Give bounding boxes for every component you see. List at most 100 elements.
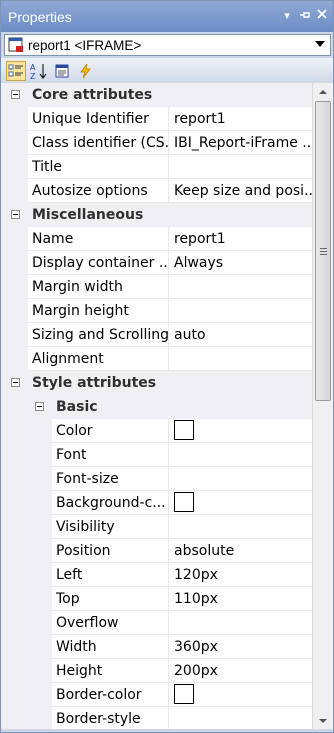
sort-az-icon: A Z bbox=[30, 63, 47, 80]
property-row[interactable]: Left 120px bbox=[1, 563, 312, 587]
category-style-attributes[interactable]: Style attributes bbox=[1, 371, 312, 395]
property-value[interactable] bbox=[168, 443, 312, 467]
property-value[interactable]: absolute bbox=[168, 539, 312, 563]
property-row[interactable]: Font bbox=[1, 443, 312, 467]
chevron-down-icon[interactable] bbox=[315, 41, 325, 47]
property-value[interactable]: 120px bbox=[168, 563, 312, 587]
subcategory-label: Basic bbox=[56, 399, 98, 415]
property-value[interactable] bbox=[168, 491, 312, 515]
property-row[interactable]: Visibility bbox=[1, 515, 312, 539]
vertical-scrollbar[interactable] bbox=[312, 83, 333, 729]
pin-icon[interactable] bbox=[298, 9, 312, 23]
category-label: Miscellaneous bbox=[32, 207, 144, 223]
object-selector[interactable]: report1 <IFRAME> bbox=[4, 34, 331, 56]
property-row[interactable]: Title bbox=[1, 155, 312, 179]
property-row[interactable]: Autosize options Keep size and posi... bbox=[1, 179, 312, 203]
property-value[interactable]: Always bbox=[168, 251, 312, 275]
property-row[interactable]: Height 200px bbox=[1, 659, 312, 683]
subcategory-basic[interactable]: Basic bbox=[1, 395, 312, 419]
property-value[interactable] bbox=[168, 275, 312, 299]
color-swatch[interactable] bbox=[174, 492, 194, 512]
property-name: Sizing and Scrolling bbox=[28, 323, 168, 347]
property-value[interactable]: Keep size and posi... bbox=[168, 179, 312, 203]
property-row[interactable]: Alignment bbox=[1, 347, 312, 371]
property-row[interactable]: Overflow bbox=[1, 611, 312, 635]
scroll-down-button[interactable] bbox=[313, 712, 333, 729]
property-row[interactable]: Border-color bbox=[1, 683, 312, 707]
title-bar: Properties ▾ bbox=[1, 1, 333, 32]
category-miscellaneous[interactable]: Miscellaneous bbox=[1, 203, 312, 227]
property-value[interactable] bbox=[168, 515, 312, 539]
svg-text:Z: Z bbox=[30, 72, 36, 80]
property-value[interactable]: 360px bbox=[168, 635, 312, 659]
property-row[interactable]: Border-style bbox=[1, 707, 312, 729]
property-name: Visibility bbox=[52, 515, 168, 539]
property-name: Title bbox=[28, 155, 168, 179]
property-name: Class identifier (CS... bbox=[28, 131, 168, 155]
category-label: Core attributes bbox=[32, 87, 153, 103]
property-name: Font bbox=[52, 443, 168, 467]
category-label: Style attributes bbox=[32, 375, 157, 391]
property-value[interactable] bbox=[168, 467, 312, 491]
property-pages-button[interactable] bbox=[52, 61, 72, 81]
property-name: Font-size bbox=[52, 467, 168, 491]
arrow-up-icon bbox=[319, 89, 327, 94]
property-row[interactable]: Position absolute bbox=[1, 539, 312, 563]
collapse-icon[interactable] bbox=[11, 378, 20, 387]
property-row[interactable]: Width 360px bbox=[1, 635, 312, 659]
property-grid: Core attributes Unique Identifier report… bbox=[1, 83, 312, 729]
property-row[interactable]: Font-size bbox=[1, 467, 312, 491]
property-value[interactable]: report1 bbox=[168, 107, 312, 131]
property-row[interactable]: Color bbox=[1, 419, 312, 443]
property-value[interactable]: IBI_Report-iFrame ... bbox=[168, 131, 312, 155]
color-swatch[interactable] bbox=[174, 684, 194, 704]
property-value[interactable]: auto bbox=[168, 323, 312, 347]
property-value[interactable] bbox=[168, 707, 312, 729]
category-core-attributes[interactable]: Core attributes bbox=[1, 83, 312, 107]
property-value[interactable]: report1 bbox=[168, 227, 312, 251]
property-value[interactable] bbox=[168, 683, 312, 707]
property-name: Color bbox=[52, 419, 168, 443]
property-value[interactable] bbox=[168, 347, 312, 371]
window-title: Properties bbox=[8, 8, 72, 25]
property-row[interactable]: Name report1 bbox=[1, 227, 312, 251]
property-row[interactable]: Background-c... bbox=[1, 491, 312, 515]
property-name: Alignment bbox=[28, 347, 168, 371]
scroll-up-button[interactable] bbox=[313, 83, 333, 100]
property-row[interactable]: Margin width bbox=[1, 275, 312, 299]
property-name: Margin height bbox=[28, 299, 168, 323]
property-row[interactable]: Margin height bbox=[1, 299, 312, 323]
property-row[interactable]: Top 110px bbox=[1, 587, 312, 611]
dropdown-icon[interactable]: ▾ bbox=[280, 9, 294, 23]
property-value[interactable] bbox=[168, 611, 312, 635]
property-name: Border-style bbox=[52, 707, 168, 729]
property-value[interactable]: 110px bbox=[168, 587, 312, 611]
categorized-icon bbox=[8, 64, 23, 77]
property-value[interactable]: 200px bbox=[168, 659, 312, 683]
property-value[interactable] bbox=[168, 155, 312, 179]
scrollbar-thumb[interactable] bbox=[315, 101, 331, 401]
property-row[interactable]: Unique Identifier report1 bbox=[1, 107, 312, 131]
close-icon[interactable] bbox=[315, 9, 329, 23]
property-row[interactable]: Sizing and Scrolling auto bbox=[1, 323, 312, 347]
property-value[interactable] bbox=[168, 299, 312, 323]
property-name: Width bbox=[52, 635, 168, 659]
property-pages-icon bbox=[55, 64, 69, 78]
color-swatch[interactable] bbox=[174, 420, 194, 440]
property-row[interactable]: Display container ... Always bbox=[1, 251, 312, 275]
property-name: Top bbox=[52, 587, 168, 611]
collapse-icon[interactable] bbox=[11, 210, 20, 219]
events-button[interactable] bbox=[75, 61, 95, 81]
collapse-icon[interactable] bbox=[35, 402, 44, 411]
categorized-button[interactable] bbox=[6, 61, 26, 81]
arrow-down-icon bbox=[319, 718, 327, 723]
property-value[interactable] bbox=[168, 419, 312, 443]
alphabetical-button[interactable]: A Z bbox=[29, 61, 49, 81]
iframe-object-icon bbox=[8, 37, 24, 53]
property-name: Height bbox=[52, 659, 168, 683]
property-name: Display container ... bbox=[28, 251, 168, 275]
property-row[interactable]: Class identifier (CS... IBI_Report-iFram… bbox=[1, 131, 312, 155]
property-name: Overflow bbox=[52, 611, 168, 635]
collapse-icon[interactable] bbox=[11, 90, 20, 99]
selector-value: report1 <IFRAME> bbox=[28, 37, 142, 53]
